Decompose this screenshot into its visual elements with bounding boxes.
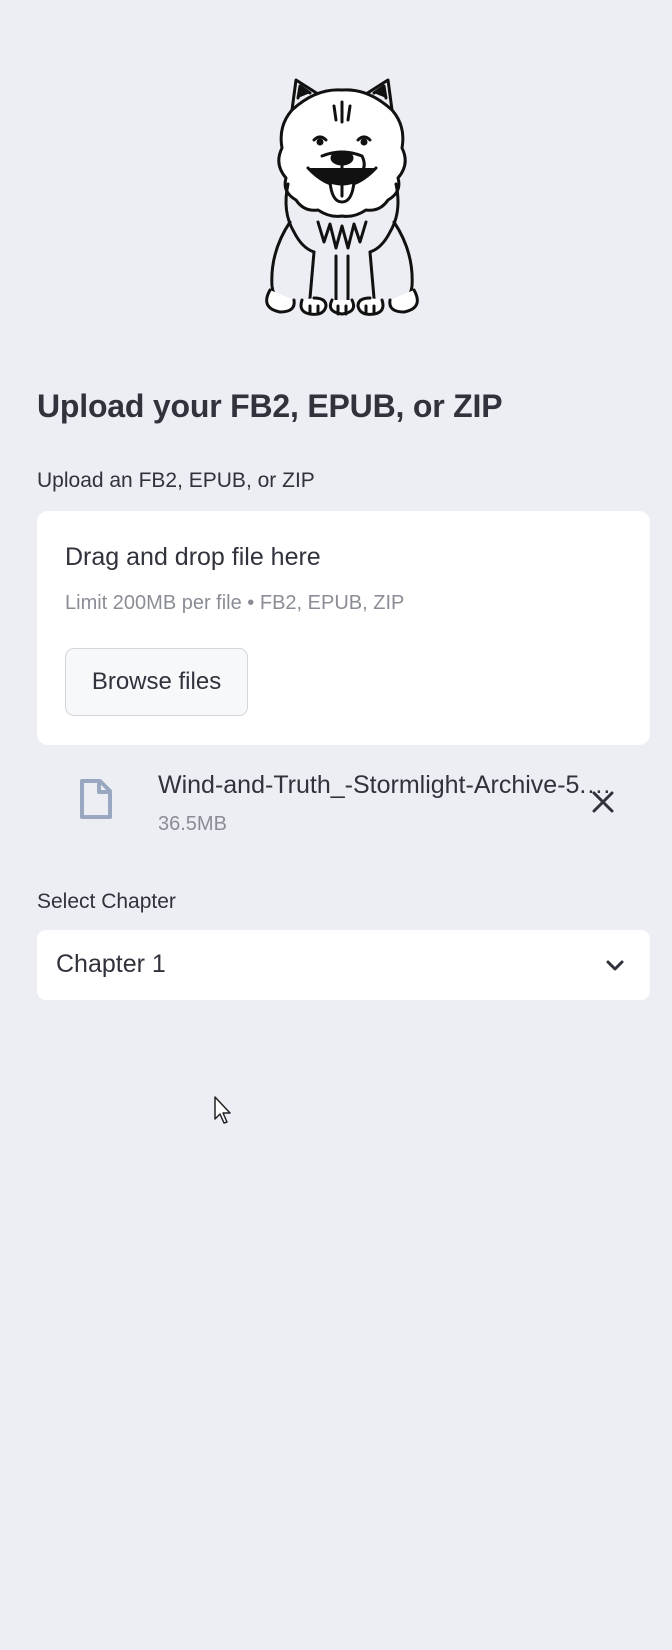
page-title: Upload your FB2, EPUB, or ZIP	[37, 388, 503, 424]
remove-file-button[interactable]	[589, 788, 617, 816]
close-icon	[589, 791, 617, 820]
chow-chow-dog-logo-icon	[252, 72, 432, 322]
select-chapter-label: Select Chapter	[37, 890, 176, 913]
dropzone-limits: Limit 200MB per file • FB2, EPUB, ZIP	[65, 592, 405, 614]
file-dropzone[interactable]: Drag and drop file here Limit 200MB per …	[37, 511, 650, 745]
mouse-pointer-icon	[213, 1095, 233, 1125]
dropzone-title: Drag and drop file here	[65, 543, 321, 571]
uploaded-file-size: 36.5MB	[158, 813, 227, 835]
uploader-label: Upload an FB2, EPUB, or ZIP	[37, 469, 315, 492]
uploaded-file-name: Wind-and-Truth_-Stormlight-Archive-5.epu…	[158, 772, 620, 799]
uploaded-file-item: Wind-and-Truth_-Stormlight-Archive-5.epu…	[37, 764, 650, 840]
chapter-select-value: Chapter 1	[56, 950, 166, 978]
file-icon	[79, 778, 113, 820]
chapter-select[interactable]: Chapter 1	[37, 930, 650, 1000]
chevron-down-icon	[604, 954, 626, 976]
browse-files-button[interactable]: Browse files	[65, 648, 248, 716]
